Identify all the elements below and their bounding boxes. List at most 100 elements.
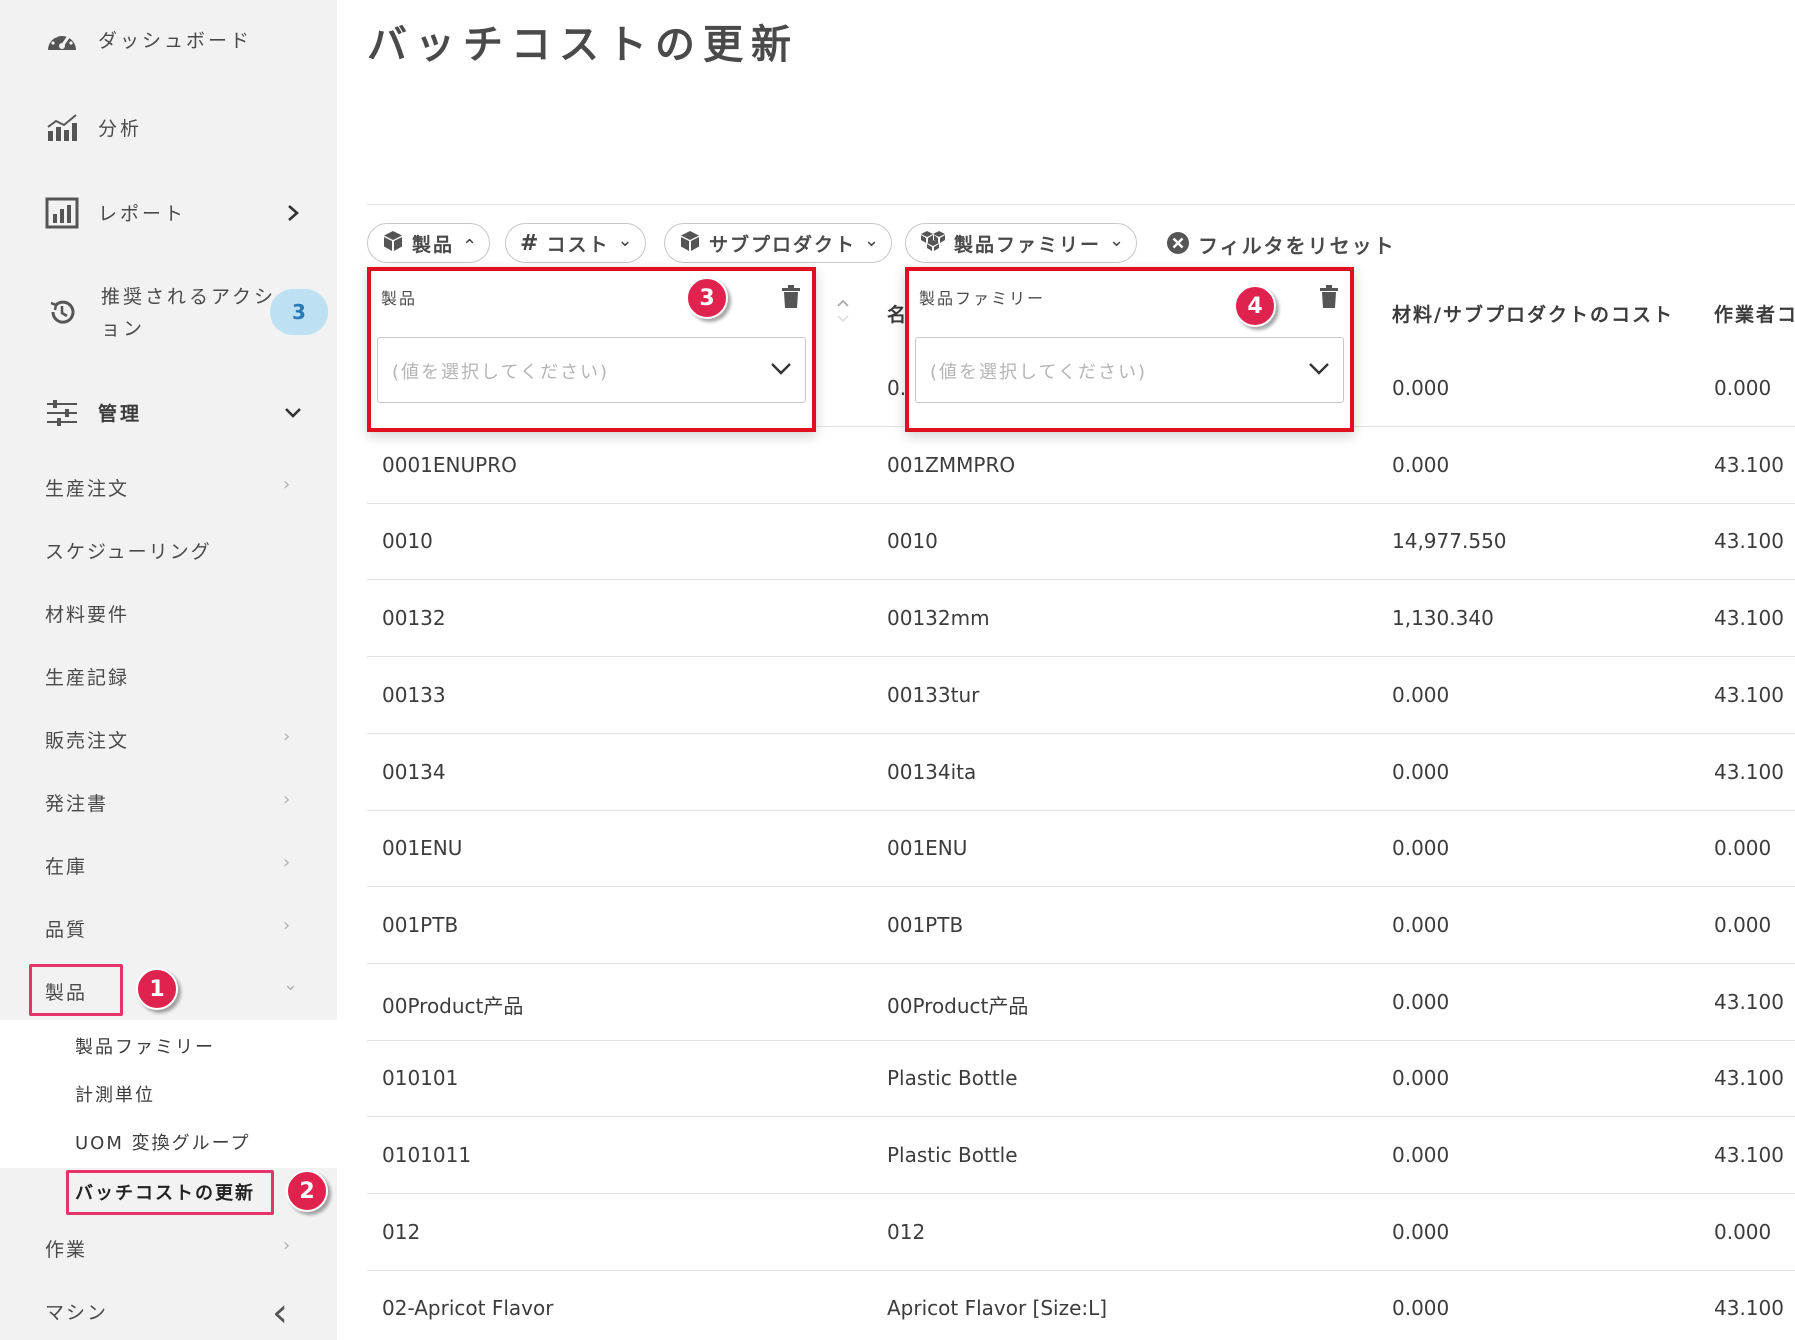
step-marker-1: 1 [136, 968, 178, 1010]
filter-chip-label: 製品ファミリー [954, 233, 1102, 256]
row-divider [367, 1269, 1795, 1271]
sidebar-item-material-requirements[interactable]: 材料要件 [0, 598, 337, 628]
sidebar-item-reports[interactable]: レポート [0, 193, 337, 233]
sidebar-item-quality[interactable]: 品質 › [0, 913, 337, 943]
page-title: バッチコストの更新 [367, 22, 799, 68]
table-cell[interactable]: 0001ENUPRO [382, 453, 517, 477]
sidebar-item-purchase-orders[interactable]: 発注書 › [0, 787, 337, 817]
reset-filters-button[interactable]: フィルタをリセット [1166, 230, 1396, 259]
row-divider [367, 579, 1795, 581]
sidebar-item-scheduling[interactable]: スケジューリング [0, 535, 337, 565]
sidebar-item-analytics[interactable]: 分析 [0, 108, 337, 148]
table-cell: 0.000 [1392, 759, 1450, 784]
table-cell: 0.000 [1392, 452, 1450, 477]
trash-icon[interactable] [781, 285, 803, 311]
table-cell: Plastic Bottle [887, 1066, 1018, 1091]
sidebar-item-operations[interactable]: 作業 › [0, 1233, 337, 1263]
table-cell: 43.100 [1714, 682, 1784, 707]
table-cell[interactable]: 02-Apricot Flavor [382, 1296, 553, 1320]
table-cell: 00Product产品 [887, 993, 1029, 1018]
submenu-item-label: 製品ファミリー [75, 1037, 215, 1058]
count-badge: 3 [270, 289, 328, 335]
table-cell[interactable]: 0010 [382, 529, 433, 553]
table-cell: 43.100 [1714, 989, 1784, 1014]
table-cell[interactable]: 00132 [382, 606, 446, 630]
table-cell[interactable]: 0101011 [382, 1143, 471, 1167]
filter-chip-product-family[interactable]: 製品ファミリー ⌄ [905, 223, 1138, 263]
table-cell: 0.000 [1714, 912, 1772, 937]
sidebar-item-label: 販売注文 [45, 730, 130, 752]
collapse-sidebar-icon[interactable]: ‹ [272, 1290, 288, 1336]
table-cell[interactable]: 001PTB [382, 913, 458, 937]
gauge-icon [44, 24, 80, 56]
table-cell: 0.000 [1392, 376, 1450, 400]
sidebar-item-label: 在庫 [45, 856, 88, 878]
select-placeholder: (値を選択してください) [392, 362, 609, 383]
filter-chip-label: サブプロダクト [709, 233, 857, 256]
filter-chip-subproduct[interactable]: サブプロダクト ⌄ [664, 223, 893, 263]
table-cell[interactable]: 012 [382, 1220, 420, 1244]
sidebar-item-management[interactable]: 管理 [0, 393, 337, 433]
chevron-down-icon: ⌄ [1109, 229, 1125, 251]
chevron-right-icon: › [283, 1235, 291, 1256]
table-cell: 00132mm [887, 606, 990, 631]
table-cell: 0.000 [1392, 1066, 1450, 1091]
sidebar-item-dashboard[interactable]: ダッシュボード [0, 20, 337, 60]
sidebar-item-label: 管理 [98, 403, 143, 425]
sidebar-item-label: 発注書 [45, 793, 109, 815]
table-cell: 43.100 [1714, 759, 1784, 784]
submenu-item-units-of-measure[interactable]: 計測単位 [0, 1081, 337, 1109]
product-family-select[interactable]: (値を選択してください) [915, 337, 1344, 403]
chevron-down-icon: ⌄ [283, 974, 299, 995]
sidebar-item-inventory[interactable]: 在庫 › [0, 850, 337, 880]
report-chart-icon [44, 197, 80, 229]
product-select[interactable]: (値を選択してください) [377, 337, 806, 403]
sidebar-item-production-orders[interactable]: 生産注文 › [0, 472, 337, 502]
sidebar-item-label: 分析 [98, 118, 143, 140]
table-cell: 0.000 [1392, 989, 1450, 1014]
chevron-right-icon [282, 202, 304, 224]
table-cell[interactable]: 00133 [382, 683, 446, 707]
select-placeholder: (値を選択してください) [930, 362, 1147, 383]
filter-chip-label: 製品 [412, 233, 455, 256]
table-cell[interactable]: 010101 [382, 1066, 458, 1090]
table-cell: 0010 [887, 529, 938, 554]
table-cell[interactable]: 001ENU [382, 836, 462, 860]
table-cell: 0.000 [1714, 376, 1772, 400]
sidebar-item-label: スケジューリング [45, 541, 212, 563]
sidebar-item-production-records[interactable]: 生産記録 [0, 661, 337, 691]
sidebar: ダッシュボード 分析 レポート 推奨されるアクシ ョン 3 管理 生産注文 › … [0, 0, 337, 1340]
product-filter-popup: 製品 (値を選択してください) [367, 267, 816, 432]
table-cell: 0.000 [1714, 1219, 1772, 1244]
table-cell[interactable]: 00134 [382, 760, 446, 784]
table-cell: 14,977.550 [1392, 529, 1507, 554]
chevron-down-icon: ⌄ [617, 229, 633, 251]
cube-icon [679, 230, 701, 256]
submenu-item-product-family[interactable]: 製品ファミリー [0, 1033, 337, 1061]
sidebar-item-label: ダッシュボード [98, 30, 253, 52]
submenu-item-label: UOM 変換グループ [75, 1133, 251, 1154]
column-header-labor-cost[interactable]: 作業者コ [1714, 300, 1795, 327]
chevron-down-icon [770, 360, 792, 380]
column-header-material-cost[interactable]: 材料/サブプロダクトのコスト [1392, 300, 1674, 327]
highlight-batch-cost-update [66, 1170, 274, 1215]
submenu-item-uom-conversion-groups[interactable]: UOM 変換グループ [0, 1129, 337, 1157]
table-cell: 00134ita [887, 759, 977, 784]
chevron-right-icon: › [283, 915, 291, 936]
filter-chip-cost[interactable]: # コスト ⌄ [505, 223, 646, 263]
filter-chip-label: コスト [546, 233, 610, 256]
table-cell: 43.100 [1714, 1143, 1784, 1167]
cubes-icon [920, 230, 946, 256]
submenu-item-label: 計測単位 [75, 1085, 155, 1106]
chevron-down-icon [282, 402, 304, 424]
chevron-down-icon: ⌄ [864, 229, 880, 251]
sidebar-item-sales-orders[interactable]: 販売注文 › [0, 724, 337, 754]
table-cell: 43.100 [1714, 1296, 1784, 1321]
filter-chip-product[interactable]: 製品 ⌃ [367, 223, 491, 263]
table-cell[interactable]: 00Product产品 [382, 990, 523, 1019]
row-divider [367, 809, 1795, 811]
trash-icon[interactable] [1319, 285, 1341, 311]
sort-icon[interactable] [835, 296, 851, 330]
row-divider [367, 962, 1795, 964]
reset-filters-label: フィルタをリセット [1198, 234, 1396, 258]
